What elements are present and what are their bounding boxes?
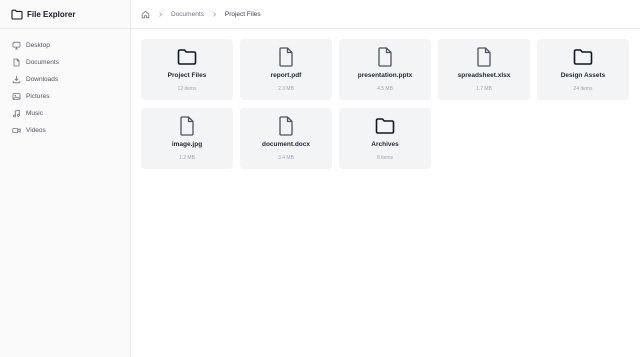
monitor-icon bbox=[12, 41, 21, 50]
breadcrumb-current[interactable]: Project Files bbox=[225, 11, 261, 18]
sidebar-item-label: Music bbox=[26, 110, 43, 117]
file-meta: 24 items bbox=[573, 86, 593, 92]
file-meta: 2.3 MB bbox=[278, 86, 294, 92]
file-name: Design Assets bbox=[560, 72, 606, 79]
sidebar-item-pictures[interactable]: Pictures bbox=[0, 88, 130, 105]
file-tile-report-pdf[interactable]: report.pdf 2.3 MB bbox=[240, 39, 332, 100]
breadcrumb-documents[interactable]: Documents bbox=[171, 11, 204, 18]
sidebar-item-label: Videos bbox=[26, 127, 46, 134]
chevron-right-icon bbox=[157, 11, 164, 18]
sidebar-item-label: Pictures bbox=[26, 93, 50, 100]
folder-icon bbox=[573, 47, 593, 67]
file-icon bbox=[276, 47, 296, 67]
file-icon bbox=[276, 116, 296, 136]
file-name: report.pdf bbox=[270, 72, 302, 79]
file-name: presentation.pptx bbox=[357, 72, 413, 79]
file-name: Archives bbox=[371, 141, 399, 148]
folder-icon bbox=[177, 47, 197, 67]
file-tile-archives[interactable]: Archives 8 items bbox=[339, 108, 431, 169]
sidebar-item-label: Documents bbox=[26, 59, 59, 66]
file-meta: 4.5 MB bbox=[377, 86, 393, 92]
sidebar-item-music[interactable]: Music bbox=[0, 105, 130, 122]
file-icon bbox=[177, 116, 197, 136]
sidebar-item-label: Desktop bbox=[26, 42, 50, 49]
image-icon bbox=[12, 92, 21, 101]
file-icon bbox=[474, 47, 494, 67]
file-meta: 12 items bbox=[177, 86, 197, 92]
sidebar-item-documents[interactable]: Documents bbox=[0, 54, 130, 71]
file-meta: 1.7 MB bbox=[476, 86, 492, 92]
sidebar-item-label: Downloads bbox=[26, 76, 59, 83]
folder-icon bbox=[11, 9, 23, 20]
breadcrumb: Documents Project Files bbox=[131, 0, 640, 29]
app-title: File Explorer bbox=[27, 9, 76, 19]
file-tile-project-files[interactable]: Project Files 12 items bbox=[141, 39, 233, 100]
sidebar-item-videos[interactable]: Videos bbox=[0, 122, 130, 139]
download-icon bbox=[12, 75, 21, 84]
file-tile-spreadsheet-xlsx[interactable]: spreadsheet.xlsx 1.7 MB bbox=[438, 39, 530, 100]
file-meta: 3.4 MB bbox=[278, 155, 294, 161]
file-name: spreadsheet.xlsx bbox=[457, 72, 511, 79]
file-tile-image-jpg[interactable]: image.jpg 1.2 MB bbox=[141, 108, 233, 169]
file-icon bbox=[375, 47, 395, 67]
main-content: Documents Project Files Project Files 12… bbox=[131, 0, 640, 357]
file-tile-design-assets[interactable]: Design Assets 24 items bbox=[537, 39, 629, 100]
home-icon[interactable] bbox=[141, 10, 150, 19]
sidebar-nav: Desktop Documents Downloads Pictures Mus… bbox=[0, 29, 130, 139]
file-name: image.jpg bbox=[171, 141, 203, 148]
file-meta: 1.2 MB bbox=[179, 155, 195, 161]
file-tile-document-docx[interactable]: document.docx 3.4 MB bbox=[240, 108, 332, 169]
sidebar-item-downloads[interactable]: Downloads bbox=[0, 71, 130, 88]
file-tile-presentation-pptx[interactable]: presentation.pptx 4.5 MB bbox=[339, 39, 431, 100]
file-meta: 8 items bbox=[376, 155, 394, 161]
sidebar-item-desktop[interactable]: Desktop bbox=[0, 37, 130, 54]
video-icon bbox=[12, 126, 21, 135]
sidebar: File Explorer Desktop Documents Download… bbox=[0, 0, 131, 357]
folder-icon bbox=[375, 116, 395, 136]
file-name: Project Files bbox=[167, 72, 207, 79]
music-icon bbox=[12, 109, 21, 118]
file-name: document.docx bbox=[261, 141, 311, 148]
sidebar-header: File Explorer bbox=[0, 0, 130, 29]
document-icon bbox=[12, 58, 21, 67]
chevron-right-icon bbox=[211, 11, 218, 18]
